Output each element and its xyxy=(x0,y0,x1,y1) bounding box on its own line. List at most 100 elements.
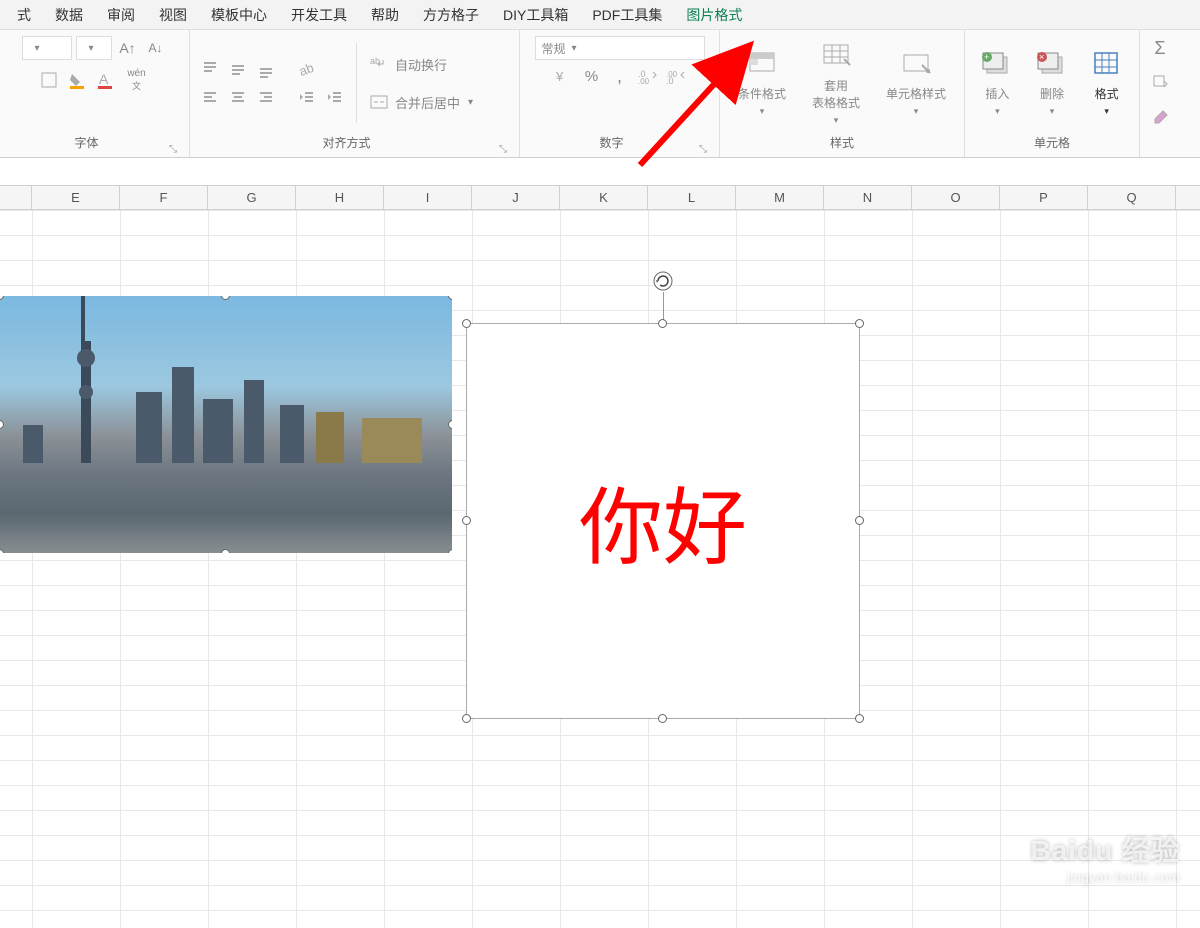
delete-button[interactable]: × 删除▾ xyxy=(1030,45,1074,121)
col-header-h[interactable]: H xyxy=(296,186,384,209)
resize-handle[interactable] xyxy=(462,516,471,525)
group-cells: + 插入▾ × 删除▾ 格式▾ 单元格 xyxy=(965,30,1140,157)
selected-textbox[interactable]: 你好 xyxy=(466,323,860,719)
font-dialog-launcher[interactable]: ⤡ xyxy=(165,144,181,155)
menu-view[interactable]: 视图 xyxy=(147,0,199,30)
font-name-dropdown[interactable] xyxy=(22,36,72,60)
fill-color-icon[interactable] xyxy=(65,68,89,92)
decrease-decimal-icon[interactable]: .00.0 xyxy=(664,64,688,88)
insert-icon: + xyxy=(981,49,1013,81)
group-alignment: ab ab 自动换行 合并后居中 xyxy=(190,30,520,157)
resize-handle[interactable] xyxy=(462,319,471,328)
resize-handle[interactable] xyxy=(658,714,667,723)
number-format-dropdown[interactable]: 常规 xyxy=(535,36,705,60)
group-number-label: 数字 xyxy=(528,130,695,155)
textbox-content: 你好 xyxy=(579,461,747,582)
group-cells-label: 单元格 xyxy=(973,130,1131,155)
menu-help[interactable]: 帮助 xyxy=(359,0,411,30)
group-styles: 条件格式▾ 套用 表格格式▾ 单元格样式▾ 样式 xyxy=(720,30,965,157)
group-font: A↑ A↓ A wén 文 字体 ⤡ xyxy=(0,30,190,157)
resize-handle[interactable] xyxy=(448,549,452,553)
wrap-text-icon: ab xyxy=(367,52,391,76)
align-top-icon[interactable] xyxy=(198,57,222,81)
currency-icon[interactable]: ¥ xyxy=(552,64,576,88)
col-header-n[interactable]: N xyxy=(824,186,912,209)
phonetic-button[interactable]: wén 文 xyxy=(121,64,151,96)
col-header-m[interactable]: M xyxy=(736,186,824,209)
menu-picture-format[interactable]: 图片格式 xyxy=(674,0,754,30)
col-header-p[interactable]: P xyxy=(1000,186,1088,209)
col-header-q[interactable]: Q xyxy=(1088,186,1176,209)
col-header-f[interactable]: F xyxy=(120,186,208,209)
formula-bar[interactable] xyxy=(0,158,1200,186)
watermark-brand: Baidu 经验 xyxy=(1030,829,1180,869)
border-icon[interactable] xyxy=(37,68,61,92)
increase-indent-icon[interactable] xyxy=(322,85,346,109)
svg-text:+: + xyxy=(984,52,989,62)
resize-handle[interactable] xyxy=(448,420,452,429)
col-header-k[interactable]: K xyxy=(560,186,648,209)
orientation-icon[interactable]: ab xyxy=(294,57,318,81)
group-styles-label: 样式 xyxy=(728,130,956,155)
resize-handle[interactable] xyxy=(221,549,230,553)
menu-diy-toolbox[interactable]: DIY工具箱 xyxy=(491,0,580,30)
conditional-format-icon xyxy=(746,49,778,81)
resize-handle[interactable] xyxy=(658,319,667,328)
col-header-o[interactable]: O xyxy=(912,186,1000,209)
conditional-format-button[interactable]: 条件格式▾ xyxy=(732,45,792,121)
watermark: Baidu 经验 jingyan.baidu.com xyxy=(1030,829,1180,885)
increase-decimal-icon[interactable]: .0.00 xyxy=(636,64,660,88)
table-format-button[interactable]: 套用 表格格式▾ xyxy=(806,37,866,130)
resize-handle[interactable] xyxy=(855,319,864,328)
col-header-l[interactable]: L xyxy=(648,186,736,209)
fill-icon[interactable] xyxy=(1148,70,1172,94)
format-icon xyxy=(1091,49,1123,81)
col-header-i[interactable]: I xyxy=(384,186,472,209)
align-right-icon[interactable] xyxy=(254,85,278,109)
align-bottom-icon[interactable] xyxy=(254,57,278,81)
resize-handle[interactable] xyxy=(855,714,864,723)
col-header-g[interactable]: G xyxy=(208,186,296,209)
format-button[interactable]: 格式▾ xyxy=(1085,45,1129,121)
cell-style-icon xyxy=(900,49,932,81)
group-font-label: 字体 xyxy=(8,130,165,155)
font-color-icon[interactable]: A xyxy=(93,68,117,92)
resize-handle[interactable] xyxy=(855,516,864,525)
table-format-icon xyxy=(820,41,852,73)
col-header-e[interactable]: E xyxy=(32,186,120,209)
align-left-icon[interactable] xyxy=(198,85,222,109)
rotation-handle[interactable] xyxy=(652,270,674,292)
menu-review[interactable]: 审阅 xyxy=(95,0,147,30)
comma-icon[interactable]: , xyxy=(608,64,632,88)
menu-template-center[interactable]: 模板中心 xyxy=(199,0,279,30)
col-header-j[interactable]: J xyxy=(472,186,560,209)
number-dialog-launcher[interactable]: ⤡ xyxy=(695,144,711,155)
col-header[interactable] xyxy=(0,186,32,209)
increase-font-icon[interactable]: A↑ xyxy=(116,36,140,60)
svg-text:A: A xyxy=(99,71,109,87)
merge-center-button[interactable]: 合并后居中 ▾ xyxy=(367,90,473,114)
decrease-font-icon[interactable]: A↓ xyxy=(144,36,168,60)
align-middle-icon[interactable] xyxy=(226,57,250,81)
menu-fang-grid[interactable]: 方方格子 xyxy=(411,0,491,30)
insert-button[interactable]: + 插入▾ xyxy=(975,45,1019,121)
align-center-icon[interactable] xyxy=(226,85,250,109)
menu-data[interactable]: 数据 xyxy=(43,0,95,30)
menu-pdf-tools[interactable]: PDF工具集 xyxy=(580,0,674,30)
menu-formula[interactable]: 式 xyxy=(5,0,43,30)
group-number: 常规 ¥ % , .0.00 .00.0 数字 ⤡ xyxy=(520,30,720,157)
svg-text:ab: ab xyxy=(297,60,315,78)
selected-image-skyline[interactable] xyxy=(0,296,452,553)
cell-style-button[interactable]: 单元格样式▾ xyxy=(880,45,952,121)
autosum-icon[interactable]: Σ xyxy=(1148,36,1172,60)
percent-icon[interactable]: % xyxy=(580,64,604,88)
resize-handle[interactable] xyxy=(462,714,471,723)
font-size-dropdown[interactable] xyxy=(76,36,112,60)
decrease-indent-icon[interactable] xyxy=(294,85,318,109)
group-editing: Σ xyxy=(1140,30,1200,157)
menu-dev-tools[interactable]: 开发工具 xyxy=(279,0,359,30)
wrap-text-button[interactable]: ab 自动换行 xyxy=(367,52,473,76)
align-dialog-launcher[interactable]: ⤡ xyxy=(495,144,511,155)
clear-icon[interactable] xyxy=(1148,104,1172,128)
spreadsheet-area: E F G H I J K L M N O P Q xyxy=(0,186,1200,928)
